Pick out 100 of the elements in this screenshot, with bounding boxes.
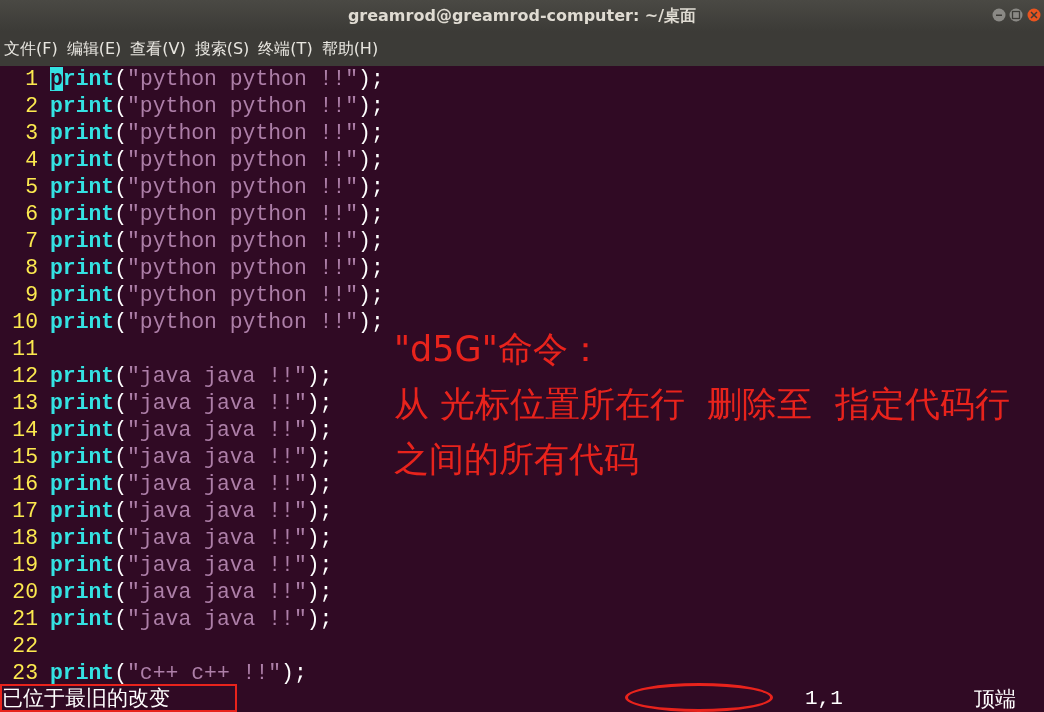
window-controls-icon[interactable]: [992, 7, 1042, 23]
string-literal: "python python !!": [127, 283, 359, 307]
line-number: 12: [11, 363, 38, 390]
status-message: 已位于最旧的改变: [2, 686, 170, 710]
string-literal: "c++ c++ !!": [127, 661, 282, 685]
code-punctuation: (: [114, 229, 128, 253]
string-literal: "python python !!": [127, 256, 359, 280]
text-cursor: p: [50, 67, 63, 91]
code-punctuation: (: [114, 499, 128, 523]
cursor-position: 1,1: [805, 686, 843, 712]
line-number: 8: [24, 255, 38, 282]
line-number: 17: [11, 498, 38, 525]
string-literal: "python python !!": [127, 229, 359, 253]
code-keyword: print: [50, 175, 115, 199]
code-punctuation: );: [306, 607, 333, 631]
code-keyword: rint: [62, 67, 115, 91]
string-literal: "java java !!": [127, 364, 307, 388]
line-number: 3: [24, 120, 38, 147]
menu-item[interactable]: 终端(T): [254, 36, 318, 61]
annotation-text: 从 光标位置所在行 删除至 指定代码行: [394, 383, 1010, 426]
line-number: 20: [11, 579, 38, 606]
line-number: 15: [11, 444, 38, 471]
code-punctuation: (: [114, 472, 128, 496]
line-number: 5: [24, 174, 38, 201]
line-number: 21: [11, 606, 38, 633]
line-number: 14: [11, 417, 38, 444]
code-punctuation: );: [358, 283, 384, 307]
string-literal: "java java !!": [127, 553, 307, 577]
string-literal: "python python !!": [127, 310, 359, 334]
code-punctuation: );: [358, 121, 384, 145]
menu-item[interactable]: 查看(V): [126, 36, 191, 61]
code-punctuation: );: [358, 94, 384, 118]
code-keyword: print: [50, 445, 115, 469]
line-number: 1: [24, 66, 38, 93]
code-punctuation: (: [114, 283, 128, 307]
line-number: 9: [24, 282, 38, 309]
string-literal: "python python !!": [127, 202, 359, 226]
code-keyword: print: [50, 229, 115, 253]
string-literal: "python python !!": [127, 121, 359, 145]
line-number: 16: [11, 471, 38, 498]
string-literal: "java java !!": [127, 418, 307, 442]
code-punctuation: (: [114, 121, 128, 145]
code-keyword: print: [50, 472, 115, 496]
code-punctuation: );: [358, 67, 384, 91]
code-punctuation: );: [358, 148, 384, 172]
code-keyword: print: [50, 553, 115, 577]
code-punctuation: );: [306, 364, 333, 388]
code-punctuation: );: [306, 553, 333, 577]
string-literal: "java java !!": [127, 472, 307, 496]
code-punctuation: (: [114, 148, 128, 172]
menu-item[interactable]: 文件(F): [0, 36, 63, 61]
code-punctuation: (: [114, 202, 128, 226]
code-punctuation: );: [306, 472, 333, 496]
string-literal: "java java !!": [127, 607, 307, 631]
code-punctuation: );: [306, 499, 333, 523]
line-number: 7: [24, 228, 38, 255]
code-keyword: print: [50, 607, 115, 631]
code-keyword: print: [50, 202, 115, 226]
code-punctuation: (: [114, 67, 128, 91]
string-literal: "java java !!": [127, 391, 307, 415]
code-punctuation: (: [114, 391, 128, 415]
line-number: 22: [11, 633, 38, 660]
code-punctuation: );: [306, 391, 333, 415]
code-keyword: print: [50, 364, 115, 388]
string-literal: "python python !!": [127, 175, 359, 199]
code-punctuation: );: [306, 526, 333, 550]
string-literal: "java java !!": [127, 580, 307, 604]
code-keyword: print: [50, 661, 115, 685]
annotation-text: "d5G"命令：: [394, 328, 603, 371]
code-punctuation: (: [114, 364, 128, 388]
code-punctuation: );: [281, 661, 307, 685]
menu-item[interactable]: 编辑(E): [62, 36, 127, 61]
code-keyword: print: [50, 580, 115, 604]
scroll-position: 顶端: [974, 686, 1016, 712]
code-punctuation: (: [114, 553, 128, 577]
code-keyword: print: [50, 499, 115, 523]
annotation-text: 之间的所有代码: [394, 438, 639, 481]
code-keyword: print: [50, 418, 115, 442]
code-punctuation: (: [114, 661, 128, 685]
menu-item[interactable]: 搜索(S): [190, 36, 255, 61]
code-keyword: print: [50, 121, 115, 145]
string-literal: "python python !!": [127, 67, 359, 91]
line-number: 19: [11, 552, 38, 579]
code-punctuation: );: [358, 256, 384, 280]
string-literal: "python python !!": [127, 148, 359, 172]
line-number: 13: [11, 390, 38, 417]
line-number: 6: [24, 201, 38, 228]
line-number: 4: [24, 147, 38, 174]
window-title: greamrod@greamrod-computer: ~/桌面: [347, 4, 697, 27]
code-punctuation: (: [114, 445, 128, 469]
code-punctuation: );: [306, 445, 333, 469]
code-keyword: print: [50, 526, 115, 550]
code-punctuation: (: [114, 94, 128, 118]
code-keyword: print: [50, 94, 115, 118]
code-punctuation: );: [358, 229, 384, 253]
code-keyword: print: [50, 256, 115, 280]
code-punctuation: );: [358, 175, 384, 199]
menu-item[interactable]: 帮助(H): [317, 36, 384, 61]
code-punctuation: (: [114, 526, 128, 550]
code-punctuation: );: [306, 580, 333, 604]
